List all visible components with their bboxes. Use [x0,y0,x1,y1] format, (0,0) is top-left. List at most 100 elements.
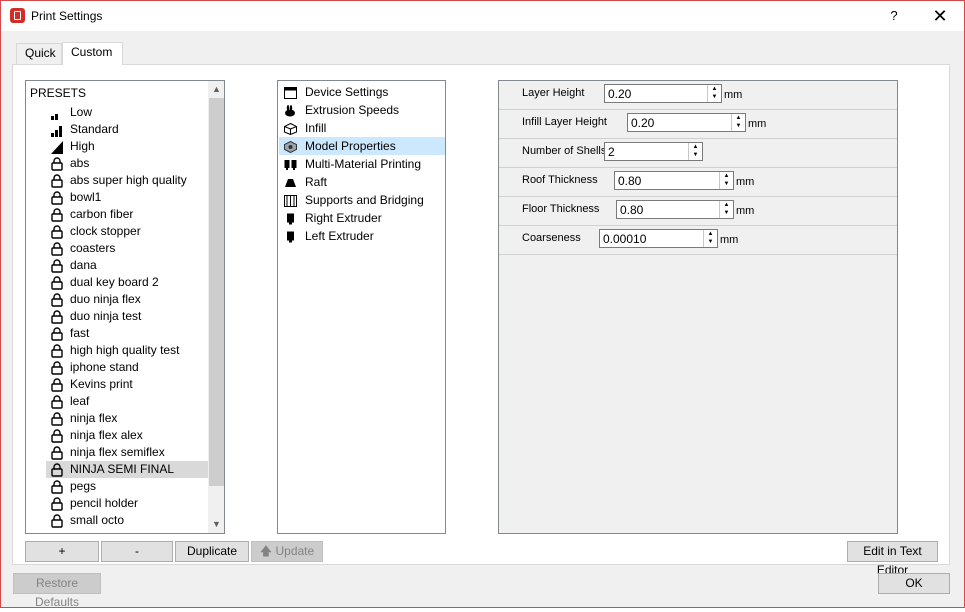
settings-category-list[interactable]: Device Settings Extrusion Speeds Infill Mod… [277,80,446,534]
lock-icon [50,361,64,375]
preset-item[interactable]: leaf [46,393,208,410]
add-preset-button[interactable]: + [25,541,99,562]
category-item-raft[interactable]: Raft [279,173,445,191]
category-item-supports-and-bridging[interactable]: Supports and Bridging [279,191,445,209]
presets-list[interactable]: PRESETS Low Standard High abs abs super high… [25,80,225,534]
preset-item[interactable]: NINJA SEMI FINAL [46,461,208,478]
spin-down-arrow-icon[interactable]: ▼ [704,238,717,246]
preset-item[interactable]: clock stopper [46,223,208,240]
spin-up-arrow-icon[interactable]: ▲ [708,85,721,93]
spinbox-value[interactable]: 0.80 [618,174,641,188]
property-row: Infill Layer Height 0.20 ▲ ▼ mm [499,110,897,139]
preset-item-label: duo ninja test [70,309,142,323]
category-item-left-extruder[interactable]: Left Extruder [279,227,445,245]
edit-in-text-editor-button[interactable]: Edit in Text Editor [847,541,938,577]
property-spinbox[interactable]: 0.20 ▲ ▼ [627,113,746,132]
preset-item[interactable]: high high quality test [46,342,208,359]
duplicate-preset-button[interactable]: Duplicate [175,541,249,562]
preset-item-label: iphone stand [70,360,139,374]
spinbox-arrows[interactable]: ▲ ▼ [688,143,702,160]
scroll-down-arrow-icon[interactable]: ▼ [208,516,224,533]
tab-custom[interactable]: Custom [62,42,123,65]
spin-down-arrow-icon[interactable]: ▼ [732,122,745,130]
preset-item[interactable]: iphone stand [46,359,208,376]
preset-item[interactable]: Standard [46,121,208,138]
spinbox-arrows[interactable]: ▲ ▼ [719,201,733,218]
preset-item[interactable]: Kevins print [46,376,208,393]
update-preset-button[interactable]: 🡅 Update [251,541,323,562]
property-label: Layer Height [522,87,585,99]
scroll-up-arrow-icon[interactable]: ▲ [208,81,224,98]
preset-item[interactable]: pegs [46,478,208,495]
category-item-label: Multi-Material Printing [305,157,422,171]
category-item-label: Supports and Bridging [305,193,424,207]
category-item-infill[interactable]: Infill [279,119,445,137]
category-item-label: Raft [305,175,328,189]
lock-icon [50,378,64,392]
spinbox-arrows[interactable]: ▲ ▼ [719,172,733,189]
preset-item[interactable]: dana [46,257,208,274]
preset-item[interactable]: carbon fiber [46,206,208,223]
category-item-multi-material-printing[interactable]: Multi-Material Printing [279,155,445,173]
preset-item-label: Kevins print [70,377,133,391]
category-item-extrusion-speeds[interactable]: Extrusion Speeds [279,101,445,119]
lock-icon [50,242,64,256]
property-spinbox[interactable]: 0.80 ▲ ▼ [616,200,734,219]
preset-item[interactable]: small octo [46,512,208,529]
preset-item[interactable]: Low [46,104,208,121]
preset-item[interactable]: ninja flex alex [46,427,208,444]
spin-up-arrow-icon[interactable]: ▲ [720,172,733,180]
property-spinbox[interactable]: 0.80 ▲ ▼ [614,171,734,190]
scroll-thumb[interactable] [209,98,224,486]
spinbox-arrows[interactable]: ▲ ▼ [707,85,721,102]
property-spinbox[interactable]: 0.20 ▲ ▼ [604,84,722,103]
spinbox-arrows[interactable]: ▲ ▼ [731,114,745,131]
remove-preset-button[interactable]: - [101,541,173,562]
property-spinbox[interactable]: 2 ▲ ▼ [604,142,703,161]
model-icon [284,140,297,154]
preset-item[interactable]: abs [46,155,208,172]
spin-up-arrow-icon[interactable]: ▲ [704,230,717,238]
close-button[interactable]: ✕ [924,5,956,27]
help-button[interactable]: ? [878,5,910,27]
spinbox-arrows[interactable]: ▲ ▼ [703,230,717,247]
preset-item[interactable]: duo ninja flex [46,291,208,308]
spinbox-value[interactable]: 2 [608,145,615,159]
category-item-label: Right Extruder [305,211,382,225]
presets-scrollbar[interactable]: ▲ ▼ [208,81,224,533]
spin-down-arrow-icon[interactable]: ▼ [720,209,733,217]
spin-up-arrow-icon[interactable]: ▲ [720,201,733,209]
category-item-model-properties[interactable]: Model Properties [279,137,445,155]
unit-label: mm [724,89,743,101]
spinbox-value[interactable]: 0.80 [620,203,643,217]
spin-down-arrow-icon[interactable]: ▼ [689,151,702,159]
preset-item[interactable]: High [46,138,208,155]
preset-item-label: ninja flex [70,411,118,425]
spinbox-value[interactable]: 0.00010 [603,232,646,246]
preset-item[interactable]: abs super high quality [46,172,208,189]
tab-quick[interactable]: Quick [16,43,62,64]
spin-down-arrow-icon[interactable]: ▼ [708,93,721,101]
restore-defaults-button[interactable]: Restore Defaults [13,573,101,609]
preset-item-label: ninja flex alex [70,428,143,442]
up-arrow-icon: 🡅 [259,544,273,558]
preset-item[interactable]: pencil holder [46,495,208,512]
preset-item[interactable]: coasters [46,240,208,257]
preset-item[interactable]: dual key board 2 [46,274,208,291]
raft-icon [284,176,297,188]
preset-item[interactable]: ninja flex semiflex [46,444,208,461]
spinbox-value[interactable]: 0.20 [631,116,654,130]
spin-down-arrow-icon[interactable]: ▼ [720,180,733,188]
property-spinbox[interactable]: 0.00010 ▲ ▼ [599,229,718,248]
spin-up-arrow-icon[interactable]: ▲ [732,114,745,122]
preset-item[interactable]: bowl1 [46,189,208,206]
spinbox-value[interactable]: 0.20 [608,87,631,101]
preset-item[interactable]: duo ninja test [46,308,208,325]
spin-up-arrow-icon[interactable]: ▲ [689,143,702,151]
preset-item[interactable]: fast [46,325,208,342]
category-item-right-extruder[interactable]: Right Extruder [279,209,445,227]
preset-item-label: High [70,139,95,153]
preset-item[interactable]: ninja flex [46,410,208,427]
category-item-device-settings[interactable]: Device Settings [279,83,445,101]
ok-button[interactable]: OK [878,573,950,594]
